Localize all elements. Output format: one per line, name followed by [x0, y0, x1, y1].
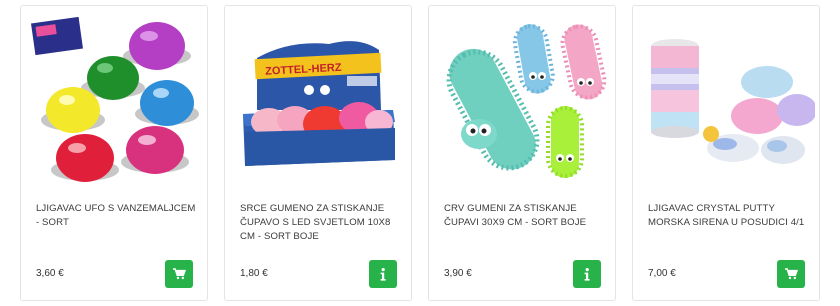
add-to-cart-button[interactable] [777, 260, 805, 288]
product-card[interactable]: LJIGAVAC UFO S VANZEMALJCEM - SORT 3,60 … [20, 5, 208, 301]
add-to-cart-button[interactable] [165, 260, 193, 288]
product-title[interactable]: SRCE GUMENO ZA STISKANJE ČUPAVO S LED SV… [240, 202, 403, 244]
cart-icon [784, 268, 798, 280]
info-icon [584, 267, 590, 281]
product-price: 1,80 € [240, 268, 268, 279]
info-icon [380, 267, 386, 281]
info-button[interactable] [573, 260, 601, 288]
product-image[interactable]: ZOTTEL-HERZ [229, 10, 407, 186]
product-card[interactable]: CRV GUMENI ZA STISKANJE ČUPAVI 30x9 cm -… [428, 5, 616, 301]
product-title[interactable]: LJIGAVAC CRYSTAL PUTTY MORSKA SIRENA U P… [648, 202, 811, 230]
product-price: 3,90 € [444, 268, 472, 279]
product-card[interactable]: LJIGAVAC CRYSTAL PUTTY MORSKA SIRENA U P… [632, 5, 820, 301]
product-grid: LJIGAVAC UFO S VANZEMALJCEM - SORT 3,60 … [20, 5, 820, 301]
product-image[interactable] [25, 10, 203, 186]
product-title[interactable]: LJIGAVAC UFO S VANZEMALJCEM - SORT [36, 202, 199, 230]
product-title[interactable]: CRV GUMENI ZA STISKANJE ČUPAVI 30x9 cm -… [444, 202, 607, 230]
cart-icon [172, 268, 186, 280]
product-price: 3,60 € [36, 268, 64, 279]
info-button[interactable] [369, 260, 397, 288]
product-price: 7,00 € [648, 268, 676, 279]
product-image[interactable] [637, 10, 815, 186]
product-image[interactable] [433, 10, 611, 186]
product-card[interactable]: ZOTTEL-HERZ SRCE GUMENO ZA STISKANJE ČUP… [224, 5, 412, 301]
